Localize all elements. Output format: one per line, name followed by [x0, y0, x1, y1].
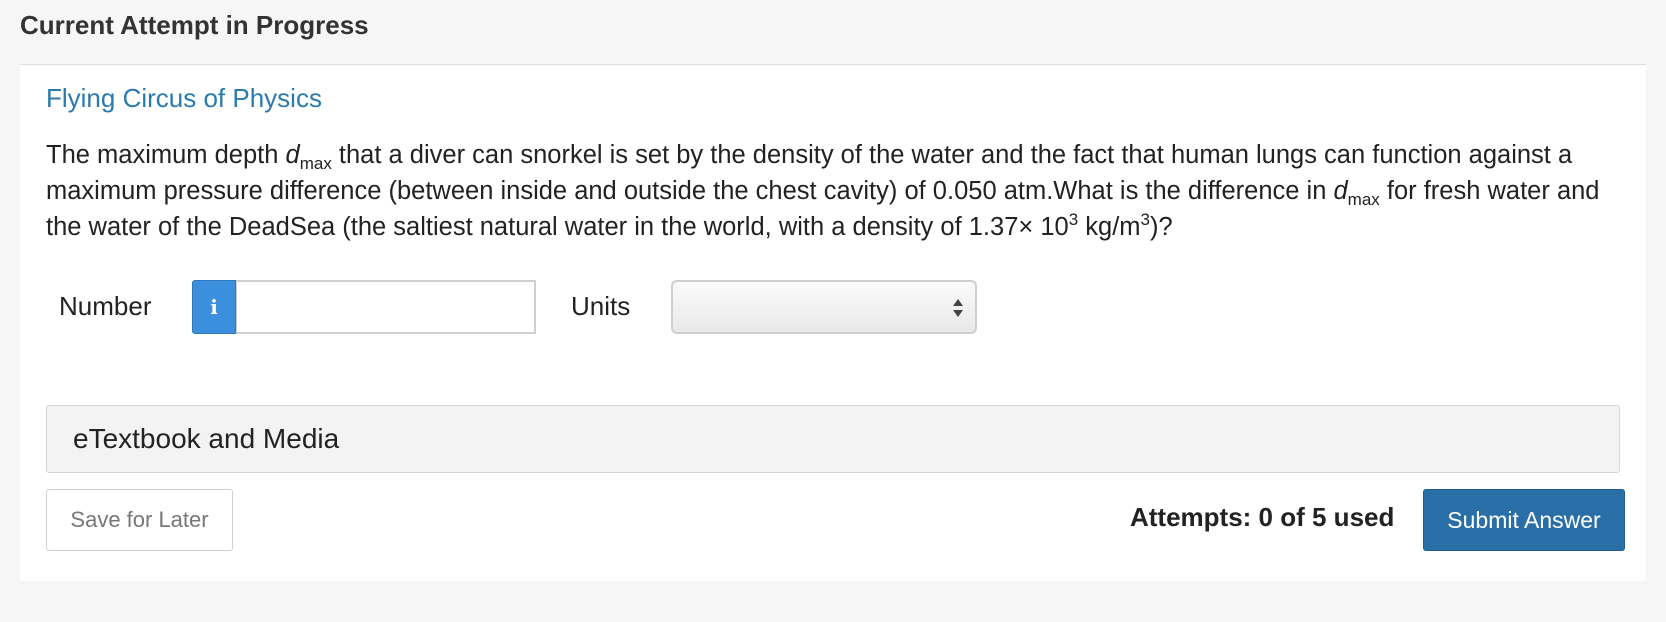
save-for-later-button[interactable]: Save for Later	[46, 489, 233, 551]
variable-subscript: max	[299, 154, 332, 173]
section-title: Flying Circus of Physics	[46, 83, 322, 113]
exponent: 3	[1068, 210, 1079, 229]
submit-answer-button[interactable]: Submit Answer	[1423, 489, 1625, 551]
question-text-part: kg/m	[1078, 213, 1141, 241]
variable-d: d	[1333, 177, 1348, 205]
question-text-part: The maximum depth	[46, 141, 286, 169]
attempts-counter: Attempts: 0 of 5 used	[1130, 502, 1395, 532]
units-select[interactable]	[671, 280, 977, 334]
number-label: Number	[59, 291, 152, 321]
info-icon: i	[210, 295, 218, 319]
etextbook-media-label: eTextbook and Media	[73, 423, 340, 454]
exponent: 3	[1140, 210, 1150, 229]
variable-subscript: max	[1347, 190, 1380, 209]
info-button[interactable]: i	[192, 280, 236, 334]
page-title: Current Attempt in Progress	[20, 10, 369, 40]
question-card: Flying Circus of Physics The maximum dep…	[20, 64, 1646, 581]
units-label: Units	[571, 291, 631, 321]
number-input[interactable]	[236, 280, 536, 334]
up-down-chevron-icon	[953, 299, 963, 317]
question-text-part: )?	[1150, 213, 1173, 241]
variable-d: d	[285, 141, 300, 169]
question-text: The maximum depth dmax that a diver can …	[46, 137, 1636, 245]
etextbook-media-panel[interactable]: eTextbook and Media	[46, 405, 1620, 473]
